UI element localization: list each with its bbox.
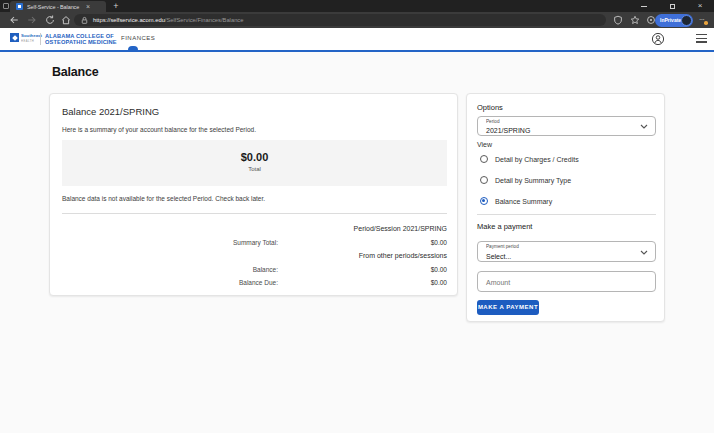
radio-detail-summary-type[interactable]: Detail by Summary Type (480, 176, 571, 184)
period-select[interactable]: Period 2021/SPRING (477, 116, 656, 136)
home-icon[interactable] (60, 14, 72, 26)
app-header: Southeast HEALTH ALABAMA COLLEGE OF OSTE… (0, 28, 714, 50)
school-name[interactable]: ALABAMA COLLEGE OF OSTEOPATHIC MEDICINE (45, 33, 117, 46)
balance-summary-card: Balance 2021/SPRING Here is a summary of… (49, 93, 458, 296)
shield-icon[interactable] (612, 14, 624, 26)
close-button[interactable]: × (686, 0, 714, 12)
options-card: Options Period 2021/SPRING View Detail b… (466, 93, 665, 322)
summary-row: Summary Total:$0.00 (62, 236, 447, 250)
make-payment-heading: Make a payment (477, 222, 532, 231)
radio-selected-icon (480, 197, 488, 205)
favorites-star-icon[interactable] (629, 14, 641, 26)
balance-notice: Balance data is not available for the se… (62, 195, 265, 202)
divider (62, 213, 447, 214)
tab-title: Self-Service - Balance (27, 4, 83, 10)
radio-icon (480, 176, 488, 184)
total-amount: $0.00 (62, 151, 447, 163)
radio-detail-charges[interactable]: Detail by Charges / Credits (480, 155, 579, 163)
browser-toolbar: https://selfservice.acom.edu/SelfService… (0, 12, 714, 28)
options-heading: Options (477, 103, 503, 112)
forward-icon[interactable] (26, 14, 38, 26)
window-controls: × (630, 0, 714, 12)
southeast-health-logo-icon (10, 33, 19, 42)
address-bar[interactable]: https://selfservice.acom.edu/SelfService… (74, 14, 606, 26)
maximize-button[interactable] (658, 0, 686, 12)
new-tab-button[interactable]: + (110, 0, 122, 12)
view-label: View (477, 141, 492, 148)
refresh-icon[interactable] (44, 14, 56, 26)
logo-name: Southeast (21, 33, 42, 37)
summary-row: Period/Session 2021/SPRING (62, 222, 447, 236)
radio-balance-summary[interactable]: Balance Summary (480, 197, 552, 205)
make-payment-button[interactable]: MAKE A PAYMENT (477, 300, 539, 315)
chevron-down-icon (640, 124, 648, 129)
browser-tab-bar: Self-Service - Balance × + × (0, 0, 714, 12)
summary-row: Balance Due:$0.00 (62, 276, 447, 290)
profile-avatar[interactable] (681, 15, 692, 26)
tab-close-icon[interactable]: × (86, 3, 90, 10)
logo-subtext: HEALTH (21, 39, 34, 42)
minimize-button[interactable] (630, 0, 658, 12)
page-title: Balance (52, 65, 99, 79)
back-icon[interactable] (8, 14, 20, 26)
tab-actions-icon[interactable] (3, 3, 9, 9)
divider (477, 214, 656, 215)
balance-card-heading: Balance 2021/SPRING (62, 106, 159, 117)
total-box: $0.00 Total (62, 140, 447, 186)
amount-input[interactable]: Amount (477, 271, 656, 292)
menu-icon[interactable] (696, 34, 707, 45)
url-host: https://selfservice.acom.edu (93, 17, 165, 23)
tab-favicon (16, 3, 23, 10)
inprivate-label: InPrivate (660, 17, 681, 23)
summary-row: From other periods/sessions (62, 249, 447, 263)
header-accent-line (0, 50, 714, 52)
logo-divider (40, 33, 41, 45)
balance-card-description: Here is a summary of your account balanc… (62, 126, 256, 133)
payment-period-select[interactable]: Payment period Select... (477, 241, 656, 262)
lock-icon (80, 16, 89, 25)
total-label: Total (62, 166, 447, 172)
radio-icon (480, 155, 488, 163)
browser-tab[interactable]: Self-Service - Balance × (10, 1, 106, 12)
summary-row: Balance:$0.00 (62, 263, 447, 277)
notification-dot (704, 21, 708, 25)
chevron-down-icon (640, 250, 648, 255)
nav-finances[interactable]: FINANCES (121, 35, 155, 41)
summary-block: Period/Session 2021/SPRING Summary Total… (62, 222, 447, 290)
account-icon[interactable] (651, 32, 665, 46)
url-path: /SelfService/Finances/Balance (165, 17, 244, 23)
